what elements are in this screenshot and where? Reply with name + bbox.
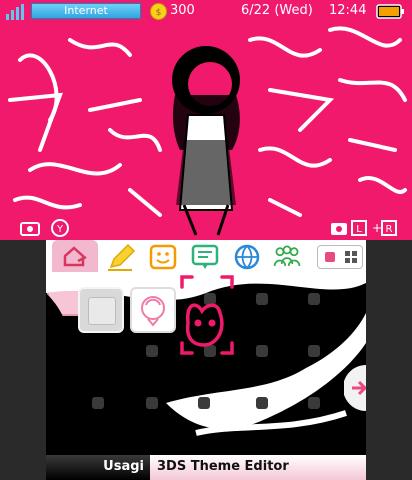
clock: 12:44 — [329, 3, 367, 18]
theme-title: 3DS Theme Editor — [157, 459, 289, 474]
screenshot-shortcut[interactable]: L + R — [330, 219, 398, 237]
camera-icon — [20, 222, 40, 236]
connection-status: Internet — [31, 3, 141, 19]
notifications-icon[interactable] — [190, 243, 220, 271]
author-section: Usagi — [46, 455, 150, 480]
theme-info-bar: Usagi 3DS Theme Editor — [46, 455, 366, 480]
grid-view-icon[interactable] — [344, 250, 358, 264]
internet-browser-icon[interactable] — [232, 243, 262, 271]
wifi-signal-icon — [6, 4, 24, 20]
friend-list-icon[interactable] — [272, 243, 302, 271]
svg-text:Y: Y — [56, 224, 64, 235]
r-button-icon: R — [381, 220, 397, 236]
y-button-icon: Y — [51, 219, 69, 237]
pencil-icon[interactable] — [106, 243, 136, 271]
bottom-screen: Usagi 3DS Theme Editor — [46, 240, 366, 480]
status-bar: Internet $ 300 6/22 (Wed) 12:44 — [0, 0, 412, 24]
miiverse-face-icon[interactable] — [148, 243, 178, 271]
svg-text:+: + — [372, 221, 382, 235]
single-view-icon[interactable] — [323, 250, 337, 264]
svg-text:$: $ — [156, 8, 162, 18]
svg-text:L: L — [356, 224, 362, 235]
top-screen-artwork — [8, 26, 407, 236]
play-coin-icon: $ — [150, 3, 167, 20]
home-settings-tab[interactable] — [52, 240, 98, 272]
home-toolbar — [46, 240, 366, 273]
view-toggle[interactable] — [317, 245, 363, 269]
battery-icon — [376, 4, 404, 19]
top-screen: Internet $ 300 6/22 (Wed) 12:44 Y L + R — [0, 0, 412, 240]
camera-shortcut[interactable]: Y — [20, 219, 72, 237]
camera-icon — [331, 223, 347, 235]
coin-count: 300 — [170, 3, 195, 18]
empty-slot[interactable] — [78, 287, 124, 333]
right-margin — [366, 240, 412, 480]
home-settings-icon — [63, 246, 87, 267]
character-app-icon — [141, 296, 165, 327]
author-name: Usagi — [103, 459, 144, 474]
app-icon-slot[interactable] — [130, 287, 176, 333]
scroll-right-arrow-icon[interactable] — [344, 365, 366, 411]
date: 6/22 (Wed) — [241, 3, 313, 18]
app-grid — [46, 273, 366, 455]
l-button-icon: L — [351, 220, 367, 236]
left-margin — [0, 240, 46, 480]
svg-text:R: R — [386, 224, 393, 235]
